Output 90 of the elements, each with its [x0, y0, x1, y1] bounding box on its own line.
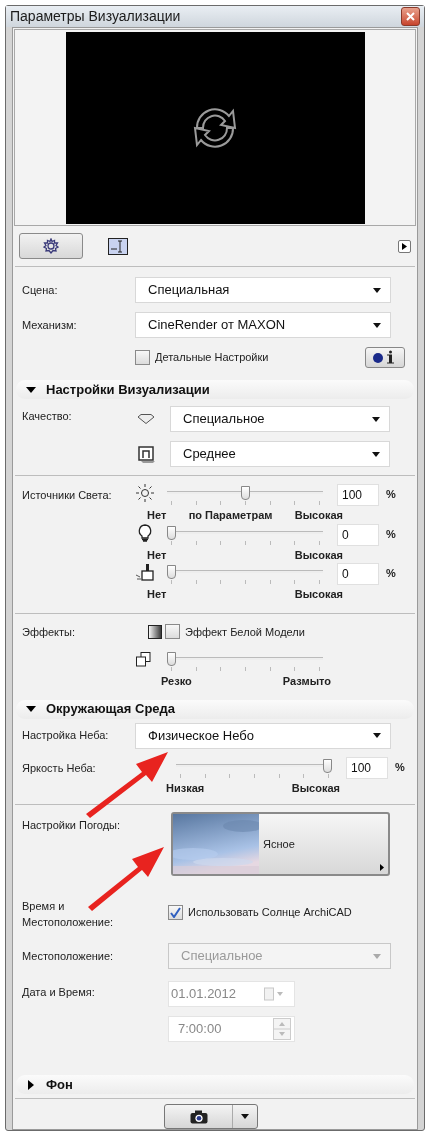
calendar-icon — [264, 987, 286, 1001]
unit-label: % — [386, 487, 396, 502]
slider-label: Резко — [161, 674, 192, 689]
field-label: Эффекты: — [22, 624, 77, 640]
section-header[interactable]: Окружающая Среда — [16, 699, 414, 719]
brush-icon — [136, 563, 154, 581]
field-label: Настройка Неба: — [22, 728, 110, 744]
info-button[interactable] — [365, 346, 405, 368]
dropdown[interactable]: Среднее — [170, 441, 390, 467]
settings-icon — [43, 238, 59, 254]
date-field[interactable]: 01.01.2012 — [168, 981, 295, 1007]
slider-label: Высокая — [294, 508, 343, 523]
play-icon — [380, 864, 384, 871]
unit-label: % — [386, 526, 396, 542]
detail-level-icon — [137, 445, 155, 463]
field-label: Настройки Погоды: — [22, 818, 122, 833]
spinner-icon — [273, 1018, 291, 1040]
close-button[interactable] — [401, 7, 420, 26]
checkbox-label: Использовать Солнце ArchiCAD — [188, 905, 352, 920]
slider-label: Высокая — [294, 587, 343, 602]
caret-icon — [372, 732, 382, 739]
checkbox[interactable] — [165, 624, 180, 640]
window-title: Параметры Визуализации — [10, 7, 181, 26]
render-button[interactable] — [164, 1104, 258, 1129]
field-label: Сцена: — [22, 282, 59, 298]
caret-icon — [240, 1113, 250, 1120]
field-label: Время и Местоположение: — [22, 899, 115, 930]
caret-icon — [371, 450, 381, 458]
slider-label: Нет — [147, 508, 167, 523]
slider-thumb[interactable] — [167, 565, 176, 579]
checkbox-label: Эффект Белой Модели — [185, 624, 305, 640]
slider-label: Высокая — [294, 547, 343, 563]
weather-button[interactable]: Ясное — [171, 812, 390, 876]
number-field[interactable]: 0 — [337, 563, 379, 585]
slider-label: Размыто — [282, 674, 331, 689]
slider-label: Нет — [147, 587, 167, 602]
field-label: Яркость Неба: — [22, 760, 97, 776]
close-icon — [406, 12, 415, 21]
slider-track[interactable] — [167, 565, 323, 585]
section-title: Настройки Визуализации — [46, 380, 210, 399]
field-label: Механизм: — [22, 317, 78, 333]
gradient-square-icon — [148, 624, 162, 639]
field-label: Дата и Время: — [22, 985, 96, 1000]
unit-label: % — [395, 759, 405, 775]
slider-label: Высокая — [291, 780, 340, 796]
unit-label: % — [386, 566, 396, 581]
slider-track[interactable] — [176, 758, 332, 779]
slider-thumb[interactable] — [167, 652, 176, 666]
dropdown[interactable]: Специальное — [170, 406, 390, 432]
caret-icon — [372, 286, 382, 294]
caret-icon — [372, 952, 382, 960]
field-label: Местоположение: — [22, 948, 115, 964]
dropdown[interactable]: CineRender от MAXON — [135, 312, 391, 338]
field-label: Источники Света: — [22, 488, 113, 503]
slider-track[interactable] — [167, 525, 323, 546]
slider-thumb[interactable] — [323, 758, 332, 773]
slider-thumb[interactable] — [167, 525, 176, 540]
slider-label: Низкая — [166, 780, 205, 796]
section-header[interactable]: Фон — [16, 1075, 414, 1094]
caret-icon — [371, 415, 381, 423]
checkbox-label: Детальные Настройки — [155, 349, 269, 365]
time-field[interactable]: 7:00:00 — [168, 1016, 295, 1042]
checkbox[interactable] — [168, 904, 183, 920]
slider-label: Нет — [147, 547, 167, 563]
slider-thumb[interactable] — [240, 486, 250, 500]
number-field[interactable]: 100 — [346, 756, 388, 779]
number-field[interactable]: 0 — [337, 523, 379, 546]
slider-label: по Параметрам — [188, 508, 273, 523]
camera-icon — [189, 1109, 208, 1124]
section-header[interactable]: Настройки Визуализации — [16, 380, 414, 399]
number-field[interactable]: 100 — [337, 484, 379, 506]
sun-icon — [136, 484, 154, 502]
checkbox[interactable] — [135, 349, 150, 365]
section-title: Окружающая Среда — [46, 700, 176, 719]
resize-icon — [108, 237, 128, 255]
check-icon — [170, 906, 181, 918]
light-bulb-icon — [136, 523, 154, 542]
field-label: Качество: — [22, 409, 73, 424]
dropdown[interactable]: Специальная — [135, 277, 391, 303]
dropdown[interactable]: Физическое Небо — [135, 722, 391, 749]
toolbar-tab[interactable] — [19, 233, 83, 259]
expand-button[interactable] — [398, 239, 411, 253]
slider-track[interactable] — [167, 652, 323, 672]
slider-track[interactable] — [167, 486, 323, 506]
play-icon — [402, 242, 407, 250]
caret-icon — [372, 321, 382, 329]
diamond-icon — [137, 414, 155, 424]
overlap-squares-icon — [136, 652, 151, 667]
weather-label: Ясное — [263, 836, 295, 852]
section-title: Фон — [46, 1075, 73, 1094]
